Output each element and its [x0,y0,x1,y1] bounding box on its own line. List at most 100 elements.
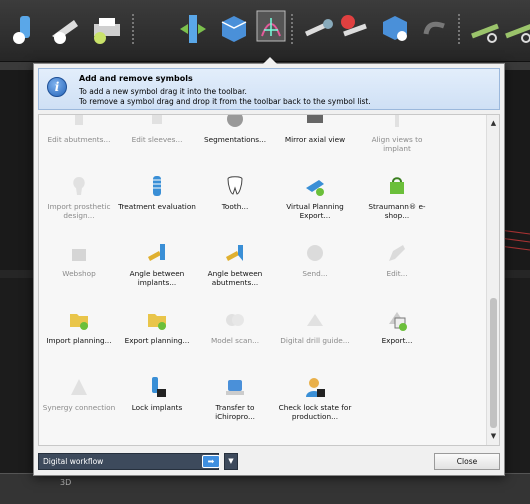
symbol-label: Straumann® e-shop... [368,202,426,220]
check-lock-state-icon [306,378,325,397]
transfer-ichiropro-icon [226,380,244,395]
toolbar-separator [291,14,293,44]
symbol-item[interactable]: Edit... [357,239,437,303]
tooth-icon [227,176,243,195]
symbol-label: Export... [381,336,413,345]
printer-icon[interactable] [90,12,124,46]
scrollbar-thumb[interactable] [490,298,497,428]
symbol-label: Import prosthetic design... [47,202,111,220]
virtual-planning-export-icon [306,180,324,196]
drill-guide-icon [307,314,323,326]
symbol-item[interactable]: Straumann® e-shop... [357,172,437,236]
info-text-add: To add a new symbol drag it into the too… [79,87,247,96]
export-planning-icon [148,314,166,330]
symbol-item[interactable]: Treatment evaluation [117,172,197,236]
webshop-icon [72,249,86,261]
dialog-caret [263,57,277,64]
symbol-customize-icon[interactable] [256,10,286,48]
workflow-dropdown-icon[interactable]: ▼ [224,453,238,470]
scroll-up-arrow-icon[interactable]: ▲ [487,117,499,130]
mirror-icon [307,115,323,123]
app-toolbar [0,0,530,62]
symbol-item[interactable]: Mirror axial view [275,115,355,169]
cut-tool-2-icon[interactable] [502,12,530,46]
sleeve-icon [152,115,162,124]
sleeve-tool-icon[interactable] [48,12,82,46]
align-views-icon [395,115,399,127]
remove-tool-icon[interactable] [338,12,372,46]
symbol-label: Align views to implant [371,135,423,153]
import-planning-icon [70,314,88,330]
symbol-item[interactable]: Edit sleeves... [117,115,197,169]
symbol-label: Digital drill guide... [280,336,350,345]
symbol-item[interactable]: Import planning... [39,306,119,370]
symbol-label: Edit sleeves... [131,135,183,144]
toolbar-separator [458,14,460,44]
close-button[interactable]: Close [434,453,500,470]
angle-abutments-icon [226,245,243,261]
symbol-label: Treatment evaluation [118,202,196,211]
symbol-item[interactable]: Model scan... [195,306,275,370]
symbol-item[interactable]: Align views to implant [357,115,437,169]
symbol-item[interactable]: Angle between implants... [117,239,197,303]
import-prosthetic-icon [73,177,85,195]
eshop-icon [390,177,404,194]
symbol-item[interactable]: Synergy connection [39,373,119,437]
segmentation-icon [227,115,243,127]
symbol-item[interactable]: Edit abutments... [39,115,119,169]
symbol-item[interactable]: Transfer to iChiropro... [195,373,275,437]
implant-tool-icon[interactable] [8,12,42,46]
symbol-label: Export planning... [124,336,190,345]
symbol-list[interactable]: Edit abutments... Edit sleeves... Segmenta… [38,114,500,446]
info-icon: i [47,77,67,97]
cut-tool-icon[interactable] [468,12,502,46]
symbol-list-scrollbar[interactable]: ▲ ▼ [486,115,499,445]
info-title: Add and remove symbols [79,74,193,83]
symbol-label: Transfer to iChiropro... [215,403,255,421]
symbol-label: Edit... [386,269,408,278]
workflow-select[interactable]: Digital workflow [38,453,219,470]
symbol-label: Model scan... [210,336,260,345]
info-text-remove: To remove a symbol drag and drop it from… [79,97,371,106]
symbol-item[interactable]: Virtual Planning Export... [275,172,355,236]
symbol-label: Segmentations... [203,135,267,144]
cube-view-icon[interactable] [216,12,250,46]
synergy-icon [71,379,87,395]
edit-icon [389,245,405,261]
model-scan-icon [226,314,244,326]
measure-icon[interactable] [302,12,336,46]
symbol-item[interactable]: Lock implants [117,373,197,437]
symbol-label: Lock implants [131,403,183,412]
axial-align-icon[interactable] [176,12,210,46]
symbol-label: Angle between abutments... [207,269,263,287]
treatment-evaluation-icon [153,176,161,196]
symbol-item[interactable]: Export... [357,306,437,370]
symbol-label: Edit abutments... [47,135,111,144]
workflow-go-button[interactable]: ➡ [202,455,220,468]
symbol-customize-dialog: i Add and remove symbols To add a new sy… [33,57,505,476]
symbol-label: Angle between implants... [129,269,185,287]
toolbar-separator [132,14,134,44]
symbol-item[interactable]: Check lock state for production... [275,373,355,437]
symbol-item[interactable]: Digital drill guide... [275,306,355,370]
view-mode-label: 3D [60,478,72,487]
symbol-item[interactable]: Webshop [39,239,119,303]
symbol-item[interactable]: Angle between abutments... [195,239,275,303]
export-icon [389,312,407,331]
symbol-item[interactable]: Import prosthetic design... [39,172,119,236]
undo-icon[interactable] [418,12,452,46]
send-icon [307,245,323,261]
scroll-down-arrow-icon[interactable]: ▼ [487,430,499,443]
lock-implants-icon [152,377,166,397]
info-banner: i Add and remove symbols To add a new sy… [38,68,500,110]
symbol-item[interactable]: Export planning... [117,306,197,370]
symbol-label: Mirror axial view [284,135,346,144]
symbol-item[interactable]: Segmentations... [195,115,275,169]
symbol-item[interactable]: Send... [275,239,355,303]
symbol-label: Tooth... [221,202,249,211]
symbol-label: Virtual Planning Export... [286,202,344,220]
symbol-label: Send... [302,269,328,278]
shape-tool-icon[interactable] [378,12,412,46]
symbol-item[interactable]: Tooth... [195,172,275,236]
status-bar: 3D [0,473,530,504]
